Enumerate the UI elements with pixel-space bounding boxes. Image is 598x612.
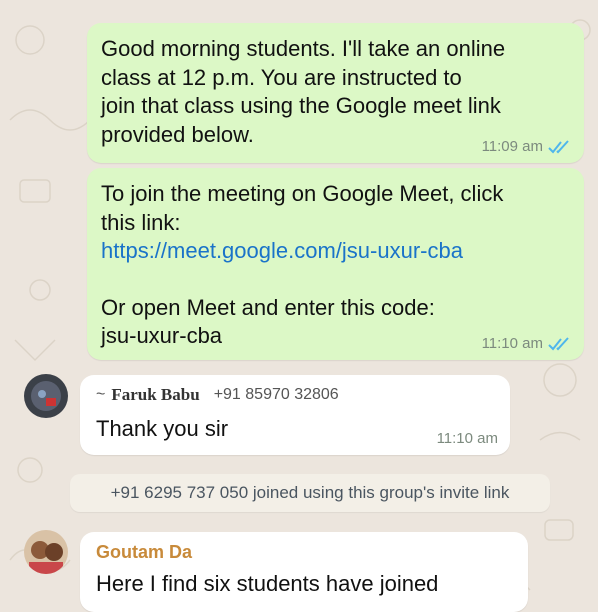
avatar-faruk[interactable] [24, 374, 68, 418]
double-check-icon [548, 336, 569, 350]
message-time: 11:10 am [436, 430, 498, 447]
incoming-message-4[interactable]: Goutam Da Here I find six students have … [80, 532, 528, 612]
sender-header: ~ Faruk Babu +91 85970 32806 [96, 385, 339, 405]
double-check-icon [548, 139, 569, 153]
sender-phone[interactable]: +91 85970 32806 [214, 386, 339, 404]
outgoing-message-2[interactable]: To join the meeting on Google Meet, clic… [87, 168, 584, 360]
message-text: Good morning students. I'll take an onli… [101, 36, 506, 147]
meet-link[interactable]: https://meet.google.com/jsu-uxur-cba [101, 237, 570, 266]
message-meta: 11:10 am [482, 335, 572, 352]
message-time: 11:09 am [481, 138, 543, 155]
message-time: 11:10 am [481, 335, 543, 352]
message-meta: 11:10 am [437, 430, 498, 447]
message-text: Here I find six students have joined [96, 571, 439, 596]
avatar-goutam[interactable] [24, 530, 68, 574]
system-join-notice: +91 6295 737 050 joined using this group… [70, 474, 550, 512]
message-text: Thank you sir [96, 416, 229, 441]
outgoing-message-1[interactable]: Good morning students. I'll take an onli… [87, 23, 584, 163]
sender-name[interactable]: Goutam Da [96, 542, 192, 563]
sender-prefix: ~ [96, 386, 106, 403]
message-meta: 11:09 am [482, 138, 572, 155]
message-intro-text: To join the meeting on Google Meet, clic… [101, 181, 504, 235]
sender-name[interactable]: Faruk Babu [111, 385, 199, 405]
incoming-message-3[interactable]: ~ Faruk Babu +91 85970 32806 Thank you s… [80, 375, 510, 455]
